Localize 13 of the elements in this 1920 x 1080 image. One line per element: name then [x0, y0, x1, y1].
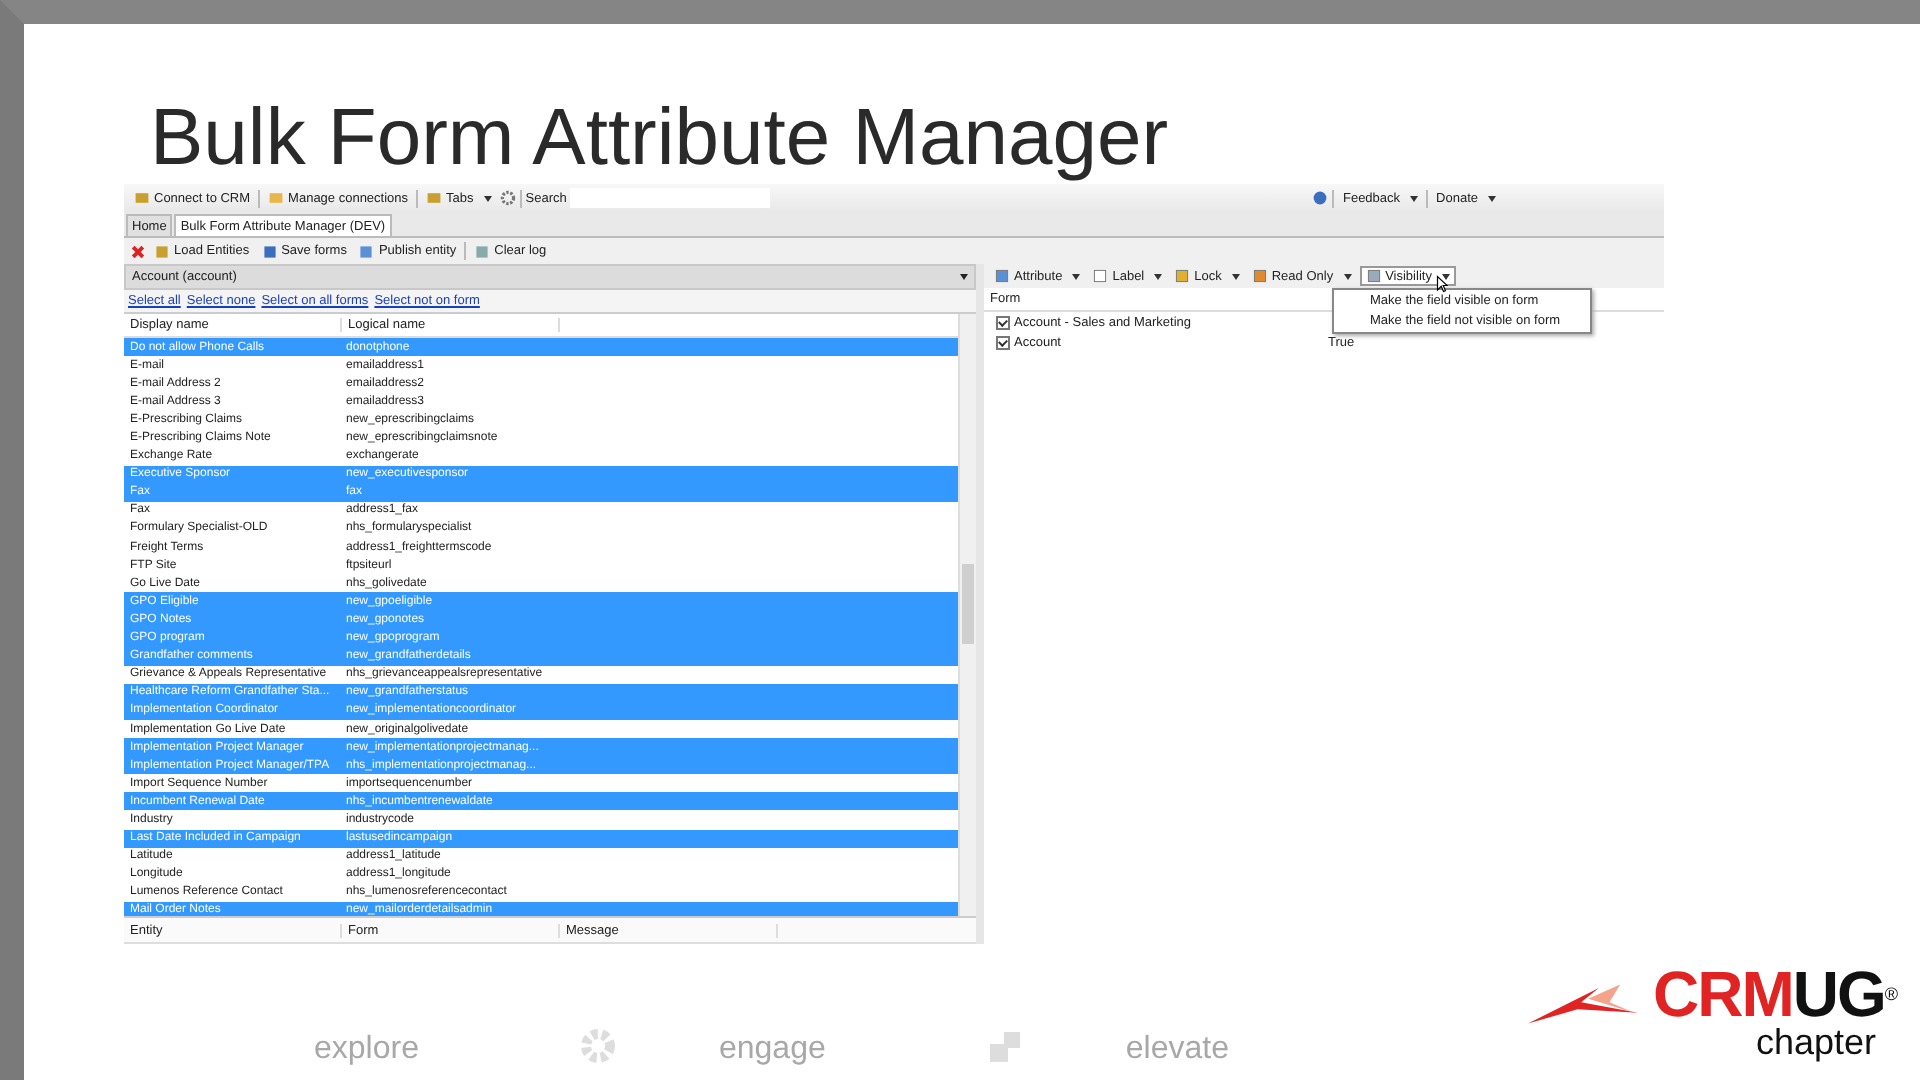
logo-wordmark: CRMUG$^{®}$ — [1652, 964, 1896, 1024]
gear-icon — [578, 1026, 619, 1066]
scrollbar[interactable] — [958, 314, 976, 916]
checkbox[interactable] — [996, 335, 1010, 349]
tagline: elevate — [1125, 1032, 1229, 1068]
logo-subtitle: chapter — [1755, 1024, 1878, 1060]
slide-title: Bulk Form Attribute Manager — [148, 92, 1171, 184]
tagline: explore — [314, 1032, 419, 1068]
gear-icon[interactable] — [499, 190, 516, 206]
checkbox[interactable] — [996, 315, 1010, 329]
blocks-icon — [985, 1026, 1026, 1066]
tagline: engage — [718, 1032, 826, 1068]
close-icon[interactable] — [130, 243, 146, 259]
